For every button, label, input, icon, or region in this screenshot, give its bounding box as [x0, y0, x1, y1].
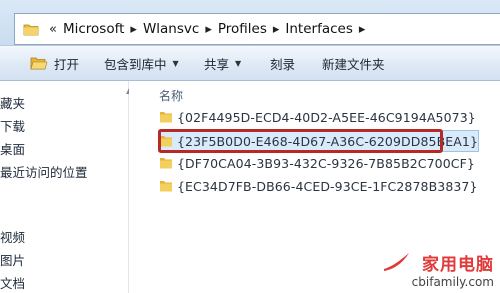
watermark-title: 家用电脑 [422, 255, 494, 275]
sidebar-item-desktop[interactable]: 桌面 [0, 139, 25, 158]
watermark-url: cbifamily.com [411, 275, 494, 289]
sidebar-item-videos[interactable]: 视频 [0, 227, 25, 246]
breadcrumb-overflow[interactable]: « [49, 22, 57, 37]
folder-name: {02F4495D-ECD4-40D2-A5EE-46C9194A5073} [177, 109, 476, 125]
swoosh-icon [384, 253, 409, 271]
folder-icon [160, 112, 172, 123]
folder-name: {23F5B0D0-E468-4D67-A36C-6209DD85BEA1} [177, 133, 478, 149]
navigation-pane: 藏夹 下载 桌面 最近访问的位置 视频 图片 文档 [0, 81, 128, 293]
burn-button[interactable]: 刻录 [270, 46, 295, 80]
breadcrumb-separator[interactable]: ▸ [273, 22, 280, 37]
folder-icon [160, 136, 172, 147]
new-folder-button[interactable]: 新建文件夹 [322, 46, 385, 80]
column-header-name[interactable]: 名称 [159, 87, 183, 104]
breadcrumb-separator[interactable]: ▸ [130, 22, 137, 37]
folder-name: {EC34D7FB-DB66-4CED-93CE-1FC2878B3837} [177, 178, 478, 194]
sidebar-item-favorites[interactable]: 藏夹 [0, 93, 25, 112]
folder-icon [160, 158, 172, 169]
sidebar-item-downloads[interactable]: 下载 [0, 116, 25, 135]
watermark-logo: 家用电脑 cbifamily.com [384, 250, 494, 289]
list-item[interactable]: {02F4495D-ECD4-40D2-A5EE-46C9194A5073} [159, 107, 476, 127]
address-bar-area: « Microsoft ▸ Wlansvc ▸ Profiles ▸ Inter… [0, 0, 500, 45]
open-folder-icon [30, 57, 48, 70]
share-button[interactable]: 共享 ▼ [204, 46, 241, 80]
sidebar-item-pictures[interactable]: 图片 [0, 250, 25, 269]
breadcrumb-profiles[interactable]: Profiles [218, 21, 267, 37]
open-button[interactable]: 打开 [30, 46, 79, 80]
chevron-down-icon: ▼ [172, 58, 179, 68]
breadcrumb-wlansvc[interactable]: Wlansvc [143, 21, 199, 37]
burn-label: 刻录 [270, 56, 296, 72]
list-item[interactable]: {EC34D7FB-DB66-4CED-93CE-1FC2878B3837} [159, 176, 478, 196]
chevron-down-icon: ▼ [235, 58, 242, 68]
folder-icon [160, 181, 172, 192]
sidebar-item-documents[interactable]: 文档 [0, 273, 25, 292]
include-label: 包含到库中 [104, 56, 167, 72]
breadcrumb-separator[interactable]: ▸ [359, 22, 366, 37]
address-bar[interactable]: « Microsoft ▸ Wlansvc ▸ Profiles ▸ Inter… [14, 13, 500, 45]
file-list: 名称 {02F4495D-ECD4-40D2-A5EE-46C9194A5073… [129, 81, 500, 293]
open-label: 打开 [54, 56, 80, 72]
breadcrumb-interfaces[interactable]: Interfaces [285, 21, 352, 37]
sidebar-item-recent-places[interactable]: 最近访问的位置 [0, 162, 88, 181]
folder-icon [19, 15, 43, 43]
share-label: 共享 [204, 56, 230, 72]
command-bar: 打开 包含到库中 ▼ 共享 ▼ 刻录 新建文件夹 [0, 45, 500, 81]
explorer-window: « Microsoft ▸ Wlansvc ▸ Profiles ▸ Inter… [0, 0, 500, 293]
list-item[interactable]: {DF70CA04-3B93-432C-9326-7B85B2C700CF} [159, 153, 475, 173]
list-item-selected[interactable]: {23F5B0D0-E468-4D67-A36C-6209DD85BEA1} [158, 130, 479, 152]
breadcrumb-microsoft[interactable]: Microsoft [63, 21, 124, 37]
folder-name: {DF70CA04-3B93-432C-9326-7B85B2C700CF} [177, 155, 475, 171]
new-folder-label: 新建文件夹 [322, 56, 385, 72]
include-in-library-button[interactable]: 包含到库中 ▼ [104, 46, 179, 80]
breadcrumb-separator[interactable]: ▸ [205, 22, 212, 37]
